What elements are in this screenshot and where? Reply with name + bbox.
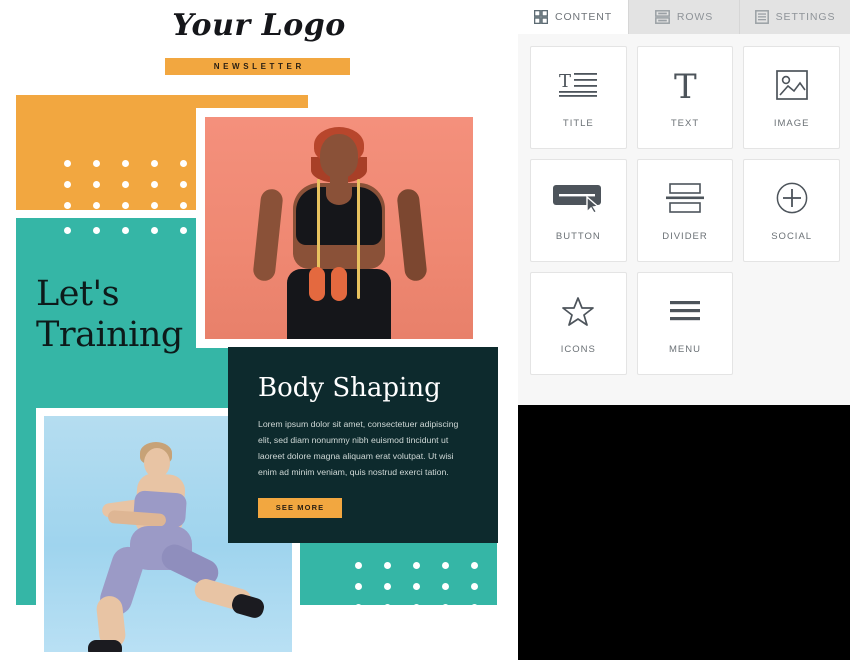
block-social-label: SOCIAL (771, 231, 813, 242)
newsletter-badge[interactable]: NEWSLETTER (165, 58, 350, 75)
block-button[interactable]: BUTTON (530, 159, 627, 262)
tab-content[interactable]: CONTENT (518, 0, 629, 34)
teal-block-dots (64, 227, 187, 234)
rows-icon (654, 10, 670, 24)
button-icon (552, 179, 604, 217)
see-more-button[interactable]: SEE MORE (258, 497, 342, 518)
email-builder-app: Your Logo NEWSLETTER Let's Training Body… (0, 0, 850, 660)
block-menu-label: MENU (669, 344, 701, 355)
block-image[interactable]: IMAGE (743, 46, 840, 149)
block-title-label: TITLE (562, 118, 594, 129)
panel-tab-bar: CONTENT ROWS SETTINGS (518, 0, 850, 34)
tab-content-label: CONTENT (554, 11, 613, 23)
divider-icon (665, 179, 704, 217)
block-text[interactable]: T TEXT (636, 46, 734, 149)
hero-photo[interactable] (196, 108, 482, 348)
panel-empty-black-area (518, 405, 850, 660)
tab-settings-label: SETTINGS (775, 11, 836, 23)
star-icon (562, 292, 595, 330)
text-icon: T (668, 66, 702, 104)
grid-icon (533, 10, 548, 24)
title-icon: T (558, 66, 598, 104)
card-body-text: Lorem ipsum dolor sit amet, consectetuer… (258, 419, 459, 478)
editor-sidebar: CONTENT ROWS SETTINGS T TITLE T TEXT IMA… (518, 0, 850, 660)
block-social[interactable]: SOCIAL (743, 159, 840, 262)
block-text-label: TEXT (670, 118, 700, 129)
bottom-teal-dots (355, 562, 478, 611)
headline-text[interactable]: Let's Training (36, 274, 236, 357)
image-icon (775, 66, 808, 104)
block-divider-label: DIVIDER (662, 231, 708, 242)
block-icons-label: ICONS (560, 344, 596, 355)
orange-block-dots (64, 160, 187, 209)
logo-text[interactable]: Your Logo (0, 8, 518, 43)
block-menu[interactable]: MENU (636, 272, 734, 375)
hero-photo-image (205, 117, 473, 339)
tab-rows[interactable]: ROWS (629, 0, 740, 34)
block-title[interactable]: T TITLE (530, 46, 627, 149)
block-divider[interactable]: DIVIDER (636, 159, 734, 262)
block-button-label: BUTTON (555, 231, 601, 242)
body-shaping-card[interactable]: Body Shaping Lorem ipsum dolor sit amet,… (228, 347, 498, 543)
tab-settings[interactable]: SETTINGS (740, 0, 850, 34)
svg-text:T: T (674, 68, 697, 102)
menu-icon (669, 292, 701, 330)
card-title: Body Shaping (258, 373, 441, 403)
social-icon (776, 179, 808, 217)
settings-icon (754, 10, 769, 24)
svg-text:T: T (559, 71, 571, 92)
content-blocks-grid: T TITLE T TEXT IMAGE BUTTON DIVIDER SOCI… (518, 34, 850, 394)
block-image-label: IMAGE (773, 118, 810, 129)
block-icons[interactable]: ICONS (530, 272, 627, 375)
email-preview-canvas[interactable]: Your Logo NEWSLETTER Let's Training Body… (0, 0, 518, 660)
tab-rows-label: ROWS (676, 11, 714, 23)
